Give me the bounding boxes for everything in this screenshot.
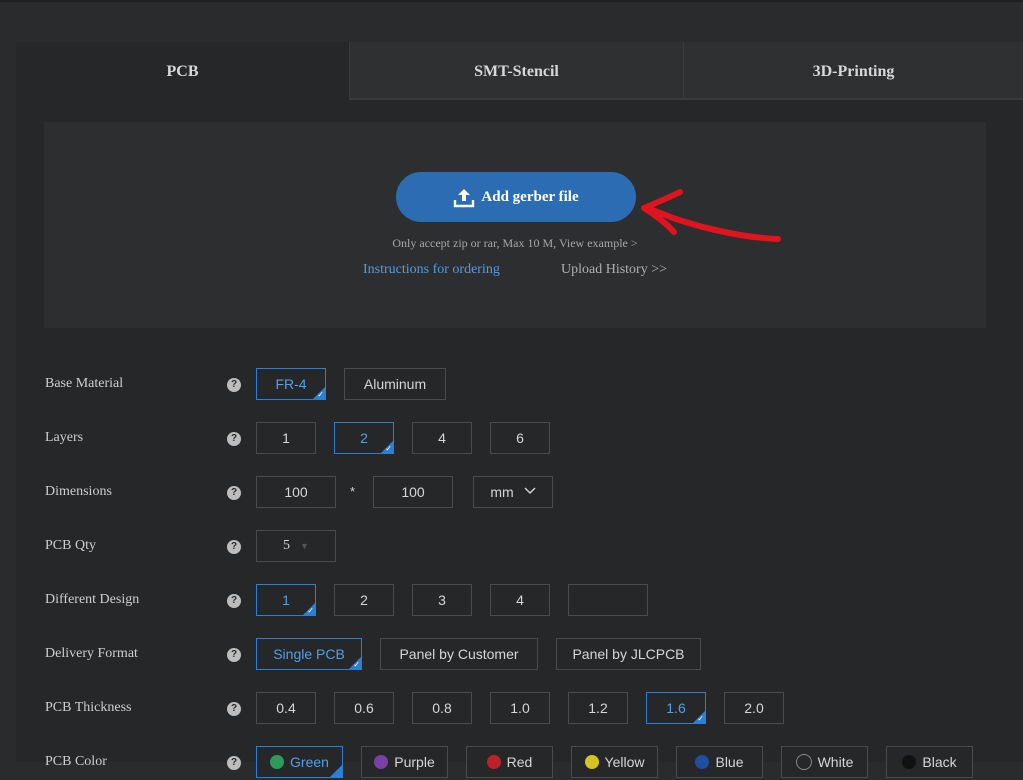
option-layer-1[interactable]: 1 (256, 422, 316, 454)
width-input[interactable]: 100 (256, 476, 336, 508)
option-color-white[interactable]: White (781, 746, 868, 778)
option-design-1[interactable]: 1 ✓ (256, 584, 316, 616)
row-different-design: Different Design ? 1 ✓ 2 3 4 (45, 584, 1005, 618)
option-layer-6[interactable]: 6 (490, 422, 550, 454)
option-aluminum[interactable]: Aluminum (344, 368, 446, 400)
option-layer-2[interactable]: 2 ✓ (334, 422, 394, 454)
help-icon[interactable]: ? (227, 648, 241, 662)
add-gerber-file-label: Add gerber file (481, 188, 579, 205)
option-thickness-0-4[interactable]: 0.4 (256, 692, 316, 724)
tab-bar: PCB SMT-Stencil 3D-Printing (16, 42, 1023, 100)
dimension-separator: * (350, 484, 356, 499)
height-input[interactable]: 100 (373, 476, 453, 508)
help-icon[interactable]: ? (227, 540, 241, 554)
color-swatch (584, 755, 599, 769)
delivery-format-label: Delivery Format (45, 646, 138, 661)
row-base-material: Base Material ? FR-4 ✓ Aluminum (45, 368, 1005, 402)
option-color-blue[interactable]: Blue (676, 746, 763, 778)
help-icon[interactable]: ? (227, 378, 241, 392)
different-design-label: Different Design (45, 592, 140, 607)
base-material-label: Base Material (45, 376, 124, 391)
upload-area: Add gerber file Only accept zip or rar, … (44, 122, 986, 328)
color-swatch (270, 755, 285, 769)
accept-note: Only accept zip or rar, Max 10 M, View e… (392, 236, 638, 250)
layers-label: Layers (45, 430, 84, 445)
color-swatch (486, 755, 501, 769)
row-pcb-color: PCB Color ? Green Purple Red Yellow Blue… (45, 746, 1005, 780)
color-swatch (695, 755, 710, 769)
color-swatch (795, 754, 812, 770)
color-swatch (902, 755, 917, 769)
red-arrow-annotation (641, 189, 781, 242)
option-color-red[interactable]: Red (466, 746, 553, 778)
option-color-yellow[interactable]: Yellow (571, 746, 658, 778)
dimensions-label: Dimensions (45, 484, 112, 499)
option-thickness-1-2[interactable]: 1.2 (568, 692, 628, 724)
pcb-qty-select[interactable]: 5 ▼ (256, 530, 336, 562)
help-icon[interactable]: ? (227, 756, 241, 770)
option-color-green[interactable]: Green (256, 746, 343, 778)
unit-select[interactable]: mm (473, 476, 553, 508)
option-design-4[interactable]: 4 (490, 584, 550, 616)
row-delivery-format: Delivery Format ? Single PCB ✓ Panel by C… (45, 638, 1005, 672)
option-thickness-0-8[interactable]: 0.8 (412, 692, 472, 724)
upload-history-link[interactable]: Upload History >> (561, 262, 667, 278)
pcb-qty-label: PCB Qty (45, 538, 96, 553)
help-icon[interactable]: ? (227, 594, 241, 608)
chevron-down-icon (524, 486, 536, 498)
upload-icon (454, 189, 475, 208)
pcb-thickness-label: PCB Thickness (45, 700, 132, 715)
option-single-pcb[interactable]: Single PCB ✓ (256, 638, 362, 670)
help-icon[interactable]: ? (227, 486, 241, 500)
help-icon[interactable]: ? (227, 432, 241, 446)
option-thickness-2-0[interactable]: 2.0 (724, 692, 784, 724)
row-dimensions: Dimensions ? 100 * 100 mm (45, 476, 1005, 510)
add-gerber-file-button[interactable]: Add gerber file (396, 172, 636, 222)
help-icon[interactable]: ? (227, 702, 241, 716)
instructions-link[interactable]: Instructions for ordering (363, 262, 500, 278)
option-fr4[interactable]: FR-4 ✓ (256, 368, 326, 400)
row-layers: Layers ? 1 2 ✓ 4 6 (45, 422, 1005, 456)
option-panel-by-jlcpcb[interactable]: Panel by JLCPCB (556, 638, 701, 670)
option-color-black[interactable]: Black (886, 746, 973, 778)
option-panel-by-customer[interactable]: Panel by Customer (380, 638, 538, 670)
caret-down-icon: ▼ (300, 541, 309, 551)
row-pcb-qty: PCB Qty ? 5 ▼ (45, 530, 1005, 564)
option-thickness-1-6[interactable]: 1.6 ✓ (646, 692, 706, 724)
option-thickness-0-6[interactable]: 0.6 (334, 692, 394, 724)
color-swatch (374, 755, 389, 769)
row-pcb-thickness: PCB Thickness ? 0.4 0.6 0.8 1.0 1.2 1.6 ✓… (45, 692, 1005, 726)
design-custom-input[interactable] (568, 584, 648, 616)
option-design-3[interactable]: 3 (412, 584, 472, 616)
tab-3d-printing[interactable]: 3D-Printing (683, 42, 1023, 100)
option-color-purple[interactable]: Purple (361, 746, 448, 778)
option-design-2[interactable]: 2 (334, 584, 394, 616)
option-layer-4[interactable]: 4 (412, 422, 472, 454)
option-thickness-1-0[interactable]: 1.0 (490, 692, 550, 724)
tab-smt-stencil[interactable]: SMT-Stencil (349, 42, 683, 100)
tab-pcb[interactable]: PCB (16, 42, 349, 100)
order-panel: PCB SMT-Stencil 3D-Printing Add gerber f… (16, 42, 1023, 778)
top-bar (0, 0, 1023, 2)
pcb-color-label: PCB Color (45, 754, 107, 769)
